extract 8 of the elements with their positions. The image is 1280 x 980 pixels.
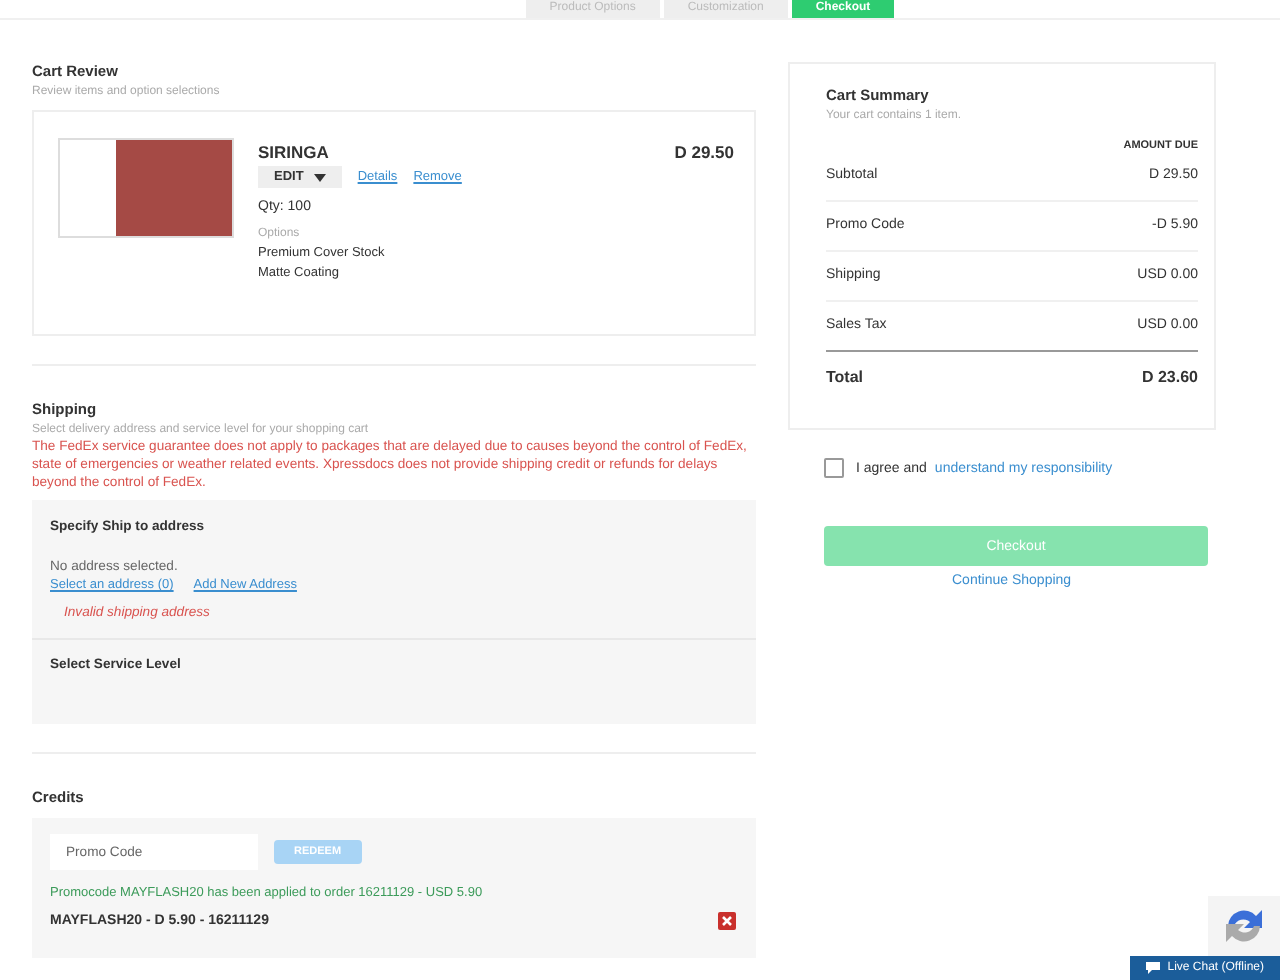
- close-icon[interactable]: [718, 912, 736, 930]
- caret-icon: [313, 173, 326, 181]
- agree-checkbox[interactable]: [824, 458, 844, 478]
- chat-bubble-icon: [1145, 962, 1160, 974]
- summary-value: D 23.60: [1141, 368, 1198, 386]
- product-name: SIRINGA: [258, 142, 331, 162]
- item-price: D 29.50: [674, 142, 734, 166]
- summary-label: Total: [826, 368, 864, 386]
